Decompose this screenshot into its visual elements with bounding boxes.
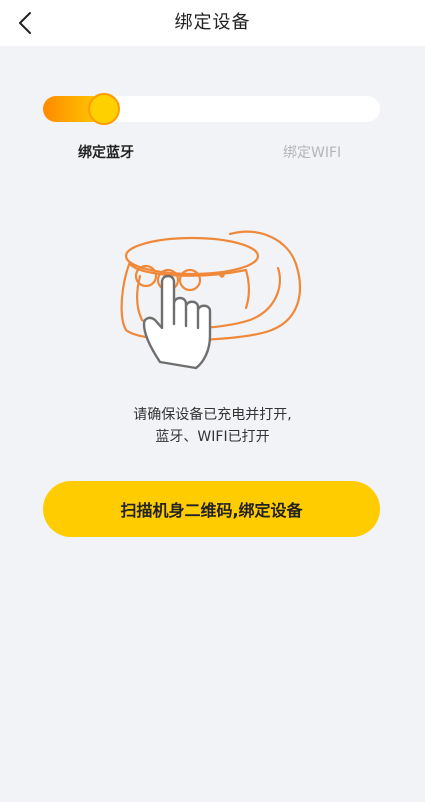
hand-press-device-icon <box>120 230 302 370</box>
hint-line-1: 请确保设备已充电并打开, <box>133 407 292 423</box>
top-bar: 绑定设备 <box>0 0 425 46</box>
step-progress-bar <box>43 93 380 125</box>
hint-message: 请确保设备已充电并打开, 蓝牙、WIFI已打开 <box>0 404 425 448</box>
hint-line-2: 蓝牙、WIFI已打开 <box>155 429 270 445</box>
progress-knob <box>88 93 120 125</box>
step-wifi-label: 绑定WIFI <box>283 145 342 161</box>
step-bluetooth-label: 绑定蓝牙 <box>78 145 134 161</box>
page-title: 绑定设备 <box>174 12 251 33</box>
scan-qr-bind-button[interactable]: 扫描机身二维码,绑定设备 <box>43 481 380 537</box>
